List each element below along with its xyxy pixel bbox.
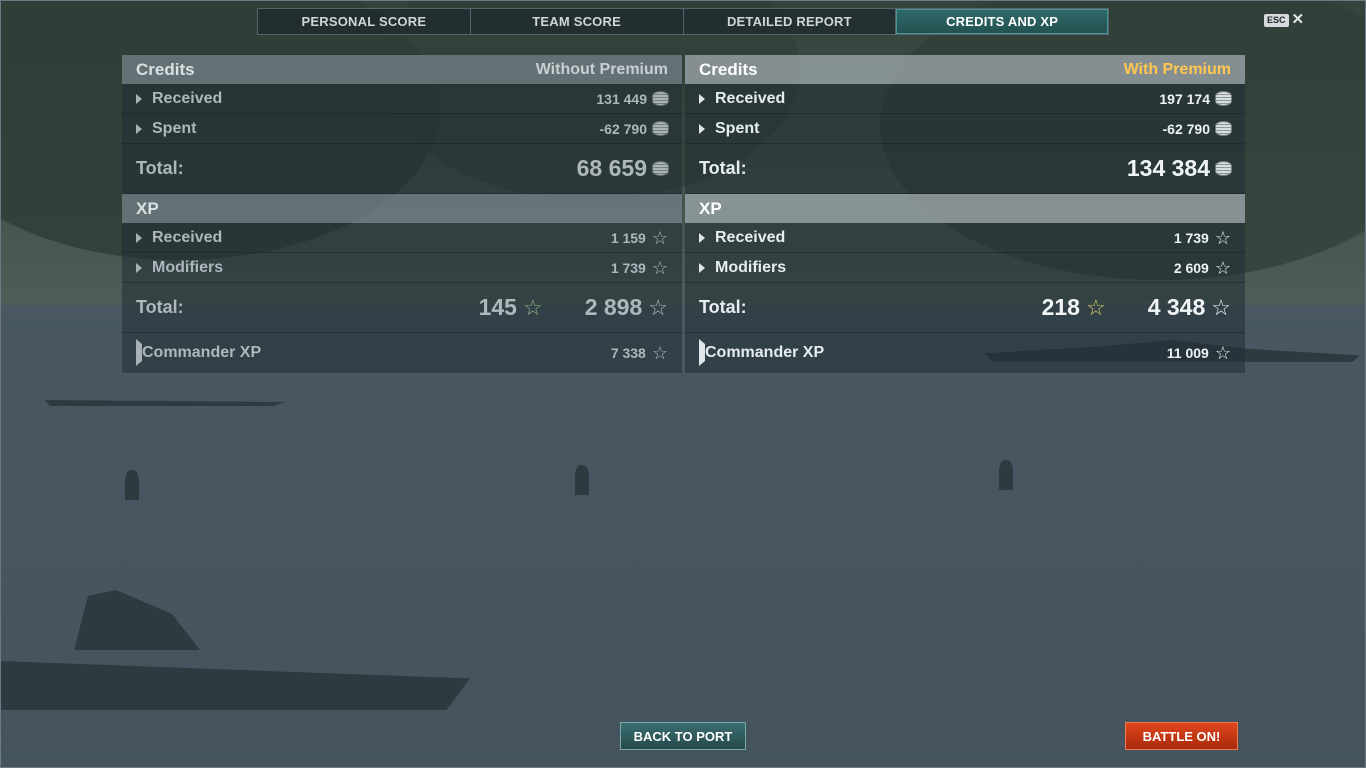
xp-star-icon: ☆ (648, 294, 668, 320)
credits-spent-row[interactable]: Spent -62 790 (685, 114, 1245, 144)
commander-xp-row[interactable]: Commander XP 11 009 ☆ (685, 333, 1245, 373)
xp-star-icon: ☆ (1214, 227, 1231, 248)
xp-total-value: 4 348 (1147, 294, 1206, 320)
commander-xp-value: 11 009 (1166, 345, 1209, 361)
credits-coin-icon (653, 162, 668, 175)
total-label: Total: (699, 158, 747, 178)
xp-received-row[interactable]: Received 1 159 ☆ (122, 223, 682, 253)
free-xp-value: 218 (1041, 294, 1080, 320)
back-to-port-button[interactable]: BACK TO PORT (620, 722, 746, 750)
xp-star-icon: ☆ (1214, 343, 1231, 363)
credits-received-row[interactable]: Received 197 174 (685, 84, 1245, 114)
total-label: Total: (136, 158, 184, 178)
received-label: Received (152, 228, 223, 246)
credits-coin-icon (1216, 162, 1231, 175)
xp-modifiers-row[interactable]: Modifiers 1 739 ☆ (122, 253, 682, 283)
credits-received-value: 131 449 (596, 90, 647, 107)
commander-xp-label: Commander XP (705, 344, 825, 361)
modifiers-label: Modifiers (715, 258, 787, 276)
credits-coin-icon (653, 92, 668, 105)
xp-total-row: Total: 218 ☆ 4 348 ☆ (685, 283, 1245, 333)
xp-received-row[interactable]: Received 1 739 ☆ (685, 223, 1245, 253)
expand-triangle-icon (699, 123, 705, 134)
xp-modifiers-value: 1 739 (610, 259, 646, 276)
tab-personal-score[interactable]: PERSONAL SCORE (258, 9, 471, 34)
expand-triangle-icon (136, 123, 142, 134)
tab-team-score[interactable]: TEAM SCORE (471, 9, 684, 34)
credits-coin-icon (1216, 92, 1231, 105)
commander-xp-label: Commander XP (142, 344, 262, 361)
with-premium-label: With Premium (1123, 60, 1231, 78)
xp-title: XP (699, 198, 722, 218)
credits-total-row: Total: 134 384 (685, 144, 1245, 194)
xp-total-row: Total: 145 ☆ 2 898 ☆ (122, 283, 682, 333)
xp-star-icon: ☆ (651, 257, 668, 278)
credits-received-value: 197 174 (1159, 90, 1210, 107)
buoy (575, 465, 589, 495)
expand-triangle-icon (699, 93, 705, 104)
credits-section-header: Credits With Premium (685, 55, 1245, 84)
xp-title: XP (136, 198, 159, 218)
battle-on-button[interactable]: BATTLE ON! (1125, 722, 1238, 750)
xp-received-value: 1 159 (610, 229, 646, 246)
credits-total-value: 68 659 (576, 155, 647, 181)
close-icon: ✕ (1291, 11, 1305, 28)
xp-modifiers-value: 2 609 (1173, 259, 1209, 276)
tab-detailed-report[interactable]: DETAILED REPORT (684, 9, 897, 34)
free-xp-star-icon: ☆ (522, 294, 543, 320)
xp-section-header: XP (122, 194, 682, 223)
free-xp-value: 145 (478, 294, 517, 320)
received-label: Received (715, 89, 786, 107)
modifiers-label: Modifiers (152, 258, 224, 276)
commander-xp-value: 7 338 (610, 345, 646, 361)
expand-triangle-icon (699, 232, 705, 243)
xp-star-icon: ☆ (651, 343, 668, 363)
credits-total-row: Total: 68 659 (122, 144, 682, 194)
without-premium-panel: Credits Without Premium Received 131 449… (122, 55, 682, 373)
credits-coin-icon (653, 122, 668, 135)
received-label: Received (715, 228, 786, 246)
without-premium-label: Without Premium (535, 60, 668, 78)
expand-triangle-icon (699, 262, 705, 273)
buoy (999, 460, 1013, 490)
xp-section-header: XP (685, 194, 1245, 223)
total-label: Total: (136, 297, 184, 317)
buoy (125, 470, 139, 500)
close-button[interactable]: ESC ✕ (1264, 11, 1305, 28)
commander-xp-row[interactable]: Commander XP 7 338 ☆ (122, 333, 682, 373)
xp-star-icon: ☆ (651, 227, 668, 248)
spent-label: Spent (152, 119, 197, 137)
credits-title: Credits (699, 59, 758, 79)
xp-star-icon: ☆ (1211, 294, 1231, 320)
total-label: Total: (699, 297, 747, 317)
credits-received-row[interactable]: Received 131 449 (122, 84, 682, 114)
received-label: Received (152, 89, 223, 107)
credits-spent-value: -62 790 (1162, 120, 1210, 137)
esc-key-hint: ESC (1264, 13, 1289, 27)
expand-triangle-icon (136, 232, 142, 243)
credits-section-header: Credits Without Premium (122, 55, 682, 84)
credits-spent-value: -62 790 (599, 120, 647, 137)
results-tab-bar: PERSONAL SCORE TEAM SCORE DETAILED REPOR… (257, 8, 1109, 35)
tab-credits-and-xp[interactable]: CREDITS AND XP (896, 9, 1108, 34)
expand-triangle-icon (136, 262, 142, 273)
free-xp-star-icon: ☆ (1085, 294, 1106, 320)
xp-total-value: 2 898 (584, 294, 643, 320)
credits-coin-icon (1216, 122, 1231, 135)
xp-received-value: 1 739 (1173, 229, 1209, 246)
xp-star-icon: ☆ (1214, 257, 1231, 278)
credits-title: Credits (136, 59, 195, 79)
credits-total-value: 134 384 (1126, 155, 1210, 181)
credits-spent-row[interactable]: Spent -62 790 (122, 114, 682, 144)
with-premium-panel: Credits With Premium Received 197 174 Sp… (685, 55, 1245, 373)
spent-label: Spent (715, 119, 760, 137)
xp-modifiers-row[interactable]: Modifiers 2 609 ☆ (685, 253, 1245, 283)
expand-triangle-icon (136, 93, 142, 104)
